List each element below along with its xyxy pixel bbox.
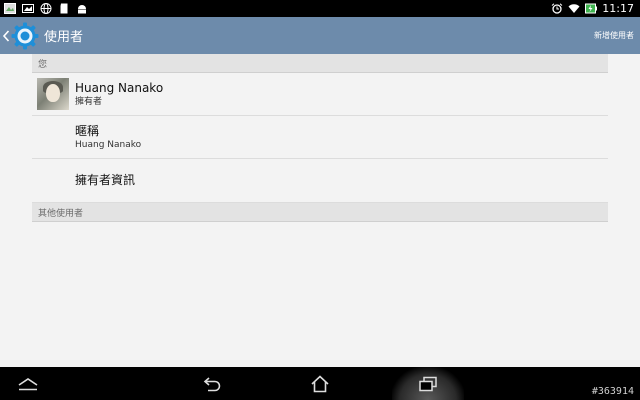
system-icons: 11:17 bbox=[551, 2, 640, 15]
home-icon bbox=[311, 374, 329, 392]
collapse-button[interactable] bbox=[10, 367, 46, 400]
clock: 11:17 bbox=[602, 2, 634, 15]
android-icon bbox=[78, 5, 86, 14]
page-title: 使用者 bbox=[44, 30, 84, 45]
alarm-icon bbox=[551, 3, 563, 14]
nickname-value: Huang Nanako bbox=[75, 139, 142, 150]
home-button[interactable] bbox=[304, 367, 336, 400]
collapse-icon bbox=[18, 377, 38, 390]
chevron-left-icon bbox=[2, 29, 10, 42]
gallery-notification-icon bbox=[22, 4, 34, 13]
section-header-you: 您 bbox=[32, 54, 608, 73]
recent-apps-button[interactable] bbox=[392, 367, 464, 400]
action-bar: 使用者 新增使用者 bbox=[0, 17, 640, 54]
sd-card-icon bbox=[60, 3, 68, 14]
owner-info-item[interactable]: 擁有者資訊 bbox=[32, 159, 608, 203]
up-navigation-button[interactable] bbox=[0, 17, 40, 54]
users-list: 您 Huang Nanako 擁有者 暱稱 Huang Nanako 擁有者資訊… bbox=[32, 54, 608, 222]
avatar bbox=[37, 78, 69, 110]
settings-gear-icon bbox=[11, 22, 39, 49]
photo-notification-icon bbox=[4, 3, 16, 14]
owner-role: 擁有者 bbox=[75, 96, 103, 107]
back-button[interactable] bbox=[196, 367, 228, 400]
globe-notification-icon bbox=[40, 3, 52, 14]
nickname-item[interactable]: 暱稱 Huang Nanako bbox=[32, 116, 608, 159]
navigation-bar: #363914 bbox=[0, 367, 640, 400]
add-user-button[interactable]: 新增使用者 bbox=[594, 30, 634, 41]
recent-apps-icon bbox=[419, 376, 437, 391]
notification-icons bbox=[0, 3, 88, 14]
battery-charging-icon bbox=[585, 3, 598, 14]
owner-info-label: 擁有者資訊 bbox=[75, 173, 136, 187]
back-arrow-icon bbox=[203, 376, 221, 391]
wifi-icon bbox=[568, 4, 580, 13]
watermark: #363914 bbox=[591, 386, 634, 397]
owner-user-item[interactable]: Huang Nanako 擁有者 bbox=[32, 73, 608, 116]
nickname-label: 暱稱 bbox=[75, 123, 100, 138]
owner-name: Huang Nanako bbox=[75, 80, 164, 95]
section-header-other-users: 其他使用者 bbox=[32, 203, 608, 222]
status-bar: 11:17 bbox=[0, 0, 640, 17]
